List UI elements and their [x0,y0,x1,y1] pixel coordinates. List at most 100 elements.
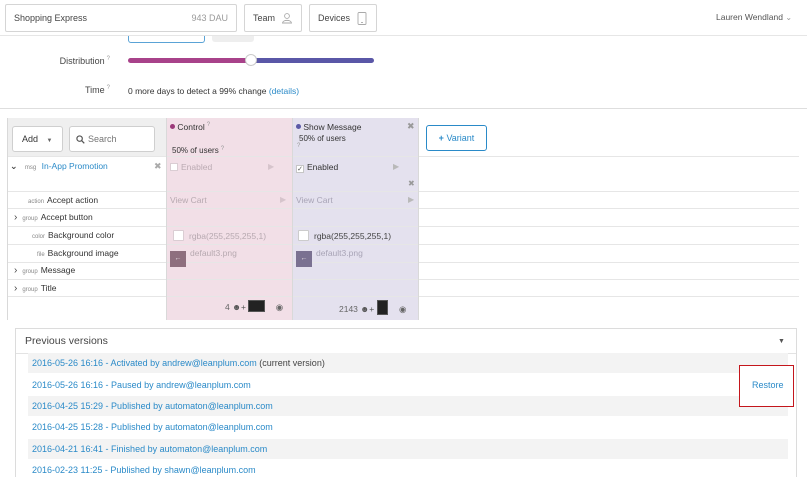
close-icon[interactable]: ✖ [408,179,415,188]
row-message[interactable]: › group Message [14,265,75,276]
row-background-image[interactable]: file Background image [37,248,119,258]
variant-users-show: 50% of users [299,134,346,143]
user-menu[interactable]: Lauren Wendland ⌄ [716,12,792,22]
row-divider [7,156,799,157]
message-name[interactable]: In-App Promotion [42,161,108,171]
variant-color-dot-show [296,124,301,129]
show-preview-footer: 2143 ☻+ ◉ [339,300,406,315]
play-icon[interactable]: ▶ [393,162,399,171]
version-row[interactable]: 2016-04-25 15:28 - Published by automato… [28,417,788,437]
row-divider [7,262,799,263]
add-variant-button[interactable]: + Variant [426,125,487,151]
team-button[interactable]: Team [244,4,302,32]
time-estimate: 0 more days to detect a 99% change (deta… [128,86,300,96]
row-divider [7,226,799,227]
team-label: Team [253,13,276,23]
checkbox-checked-icon: ✓ [296,165,304,173]
control-user-count: 4 [225,302,230,312]
search-icon [76,135,85,144]
add-dropdown[interactable]: Add ▼ [12,126,63,152]
device-preview-icon[interactable] [248,300,266,312]
version-row[interactable]: 2016-02-23 11:25 - Published by shawn@le… [28,460,788,480]
eye-icon[interactable]: ◉ [399,304,406,314]
color-swatch[interactable] [173,230,184,241]
row-title[interactable]: › group Title [14,283,56,294]
play-icon[interactable]: ▶ [280,195,286,204]
app-name: Shopping Express [14,13,88,23]
chevron-down-icon[interactable]: ⌄ [10,161,18,171]
image-thumbnail-icon: ← [296,251,312,267]
color-swatch[interactable] [298,230,309,241]
restore-link[interactable]: Restore [752,380,784,390]
show-enabled-toggle[interactable]: ✓ Enabled [296,162,338,173]
user-name: Lauren Wendland [716,12,783,22]
version-row[interactable]: 2016-04-25 15:29 - Published by automato… [28,396,788,416]
row-divider [7,279,799,280]
devices-label: Devices [318,13,351,23]
play-icon[interactable]: ▶ [408,195,414,204]
user-plus-icon[interactable]: ☻+ [232,302,246,312]
row-divider [7,208,799,209]
caret-down-icon: ▼ [46,138,53,144]
slider-handle[interactable] [245,54,257,66]
control-enabled-toggle[interactable]: Enabled [170,162,212,172]
checkbox-icon [170,163,178,171]
top-bar: Shopping Express 943 DAU Team Devices La… [0,0,807,36]
slider-track-show [252,58,374,63]
chevron-right-icon[interactable]: › [14,212,17,223]
show-user-count: 2143 [339,304,358,314]
column-divider [292,118,293,320]
column-divider [418,118,419,320]
search-input[interactable] [88,132,150,146]
show-background-color-value[interactable]: rgba(255,255,255,1) [298,230,391,241]
row-accept-button[interactable]: › group Accept button [14,212,93,223]
control-background-image-value[interactable]: ←default3.png [170,248,237,267]
column-divider [166,118,167,320]
time-label: Time? [84,85,110,95]
row-background-color[interactable]: color Background color [32,230,114,240]
device-icon [357,11,367,25]
devices-button[interactable]: Devices [309,4,377,32]
chevron-right-icon[interactable]: › [14,283,17,294]
details-link[interactable]: (details) [269,86,299,96]
variant-header-control[interactable]: Control? 50% of users? [170,122,288,155]
variant-button-label: Variant [446,133,475,143]
slider-track-control [128,58,252,63]
column-divider [7,118,8,320]
close-icon[interactable]: ✖ [154,161,162,172]
image-thumbnail-icon: ← [170,251,186,267]
row-divider [7,244,799,245]
settings-divider [0,108,807,109]
version-row[interactable]: 2016-04-21 16:41 - Finished by automaton… [28,439,788,459]
previous-versions-panel: Previous versions ▼ 2016-05-26 16:16 - A… [15,328,797,477]
variant-header-show-message[interactable]: Show Message 50% of users ? ✖ [296,121,415,154]
user-plus-icon[interactable]: ☻+ [360,304,374,314]
help-icon: ? [297,143,301,149]
team-icon [281,13,293,24]
chevron-right-icon[interactable]: › [14,265,17,276]
control-accept-action-value[interactable]: View Cart [170,195,207,205]
app-selector[interactable]: Shopping Express 943 DAU [5,4,237,32]
row-accept-action[interactable]: action Accept action [28,195,98,205]
eye-icon[interactable]: ◉ [276,302,283,312]
message-row-label[interactable]: ⌄ msg In-App Promotion [10,161,108,172]
message-kind: msg [24,165,37,171]
caret-down-icon[interactable]: ▼ [778,338,785,345]
play-icon[interactable]: ▶ [268,162,274,171]
variant-color-dot-control [170,124,175,129]
version-row[interactable]: 2016-05-26 16:16 - Activated by andrew@l… [28,353,788,373]
row-divider [7,191,799,192]
variant-name-show: Show Message [303,122,362,132]
previous-versions-title: Previous versions [25,335,108,347]
version-row[interactable]: 2016-05-26 16:16 - Paused by andrew@lean… [28,375,788,395]
show-background-image-value[interactable]: ←default3.png [296,248,363,267]
row-divider [7,296,799,297]
device-preview-icon[interactable] [376,300,388,315]
chevron-down-icon: ⌄ [785,13,793,22]
distribution-slider[interactable] [128,54,374,66]
search-field[interactable] [69,126,155,152]
show-accept-action-value[interactable]: View Cart [296,195,333,205]
variant-name-control: Control [177,122,205,132]
control-background-color-value[interactable]: rgba(255,255,255,1) [173,230,266,241]
close-icon[interactable]: ✖ [407,121,415,132]
